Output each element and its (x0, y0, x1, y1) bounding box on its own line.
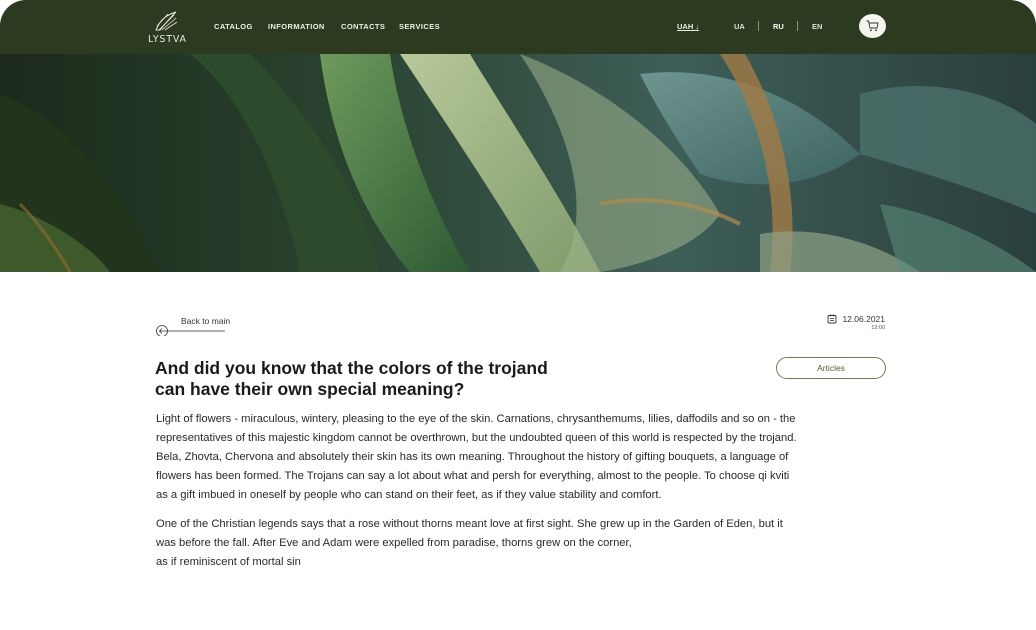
article-paragraph: Light of flowers - miraculous, wintery, … (156, 410, 896, 505)
text-line: representatives of this majestic kingdom… (156, 432, 797, 444)
text-line: as if reminiscent of mortal sin (156, 556, 301, 568)
text-line: Light of flowers - miraculous, wintery, … (156, 413, 796, 425)
nav-catalog[interactable]: CATALOG (214, 22, 253, 31)
hero-image (0, 54, 1036, 272)
category-badge[interactable]: Articles (776, 357, 886, 379)
article-paragraph: One of the Christian legends says that a… (156, 515, 896, 572)
text-line: was before the fall. After Eve and Adam … (156, 537, 632, 549)
nav-information[interactable]: INFORMATION (268, 22, 325, 31)
logo-text: LYSTVA (148, 34, 187, 45)
lang-divider (797, 21, 798, 31)
nav-services[interactable]: SERVICES (399, 22, 440, 31)
page: LYSTVA CATALOG INFORMATION CONTACTS SERV… (0, 0, 1036, 630)
date-text: 12.06.2021 (842, 314, 885, 324)
arrow-left-icon (156, 325, 225, 336)
title-line: can have their own special meaning? (155, 379, 465, 399)
lang-en[interactable]: EN (812, 22, 822, 31)
cart-button[interactable] (859, 14, 886, 38)
site-header: LYSTVA CATALOG INFORMATION CONTACTS SERV… (0, 0, 1036, 54)
text-line: as a gift imbued in oneself by people wh… (156, 489, 662, 501)
article-title: And did you know that the colors of the … (155, 358, 595, 400)
logo[interactable]: LYSTVA (148, 10, 188, 46)
time-text: 12:00 (871, 325, 885, 331)
text-line: flowers has been formed. The Trojans can… (156, 470, 790, 482)
title-line: And did you know that the colors of the … (155, 358, 548, 378)
currency-selector[interactable]: UAH ↓ (677, 22, 699, 31)
lang-divider (758, 21, 759, 31)
publish-date: 12.06.2021 12:00 (827, 314, 885, 331)
cart-icon (866, 20, 879, 32)
lang-ru[interactable]: RU (773, 22, 784, 31)
lang-ua[interactable]: UA (734, 22, 745, 31)
text-line: Bela, Zhovta, Chervona and absolutely th… (156, 451, 789, 463)
logo-leaf-icon (155, 11, 178, 31)
nav-contacts[interactable]: CONTACTS (341, 22, 385, 31)
back-to-main-link[interactable]: Back to main (155, 314, 245, 338)
text-line: One of the Christian legends says that a… (156, 518, 783, 530)
calendar-icon (828, 314, 837, 324)
